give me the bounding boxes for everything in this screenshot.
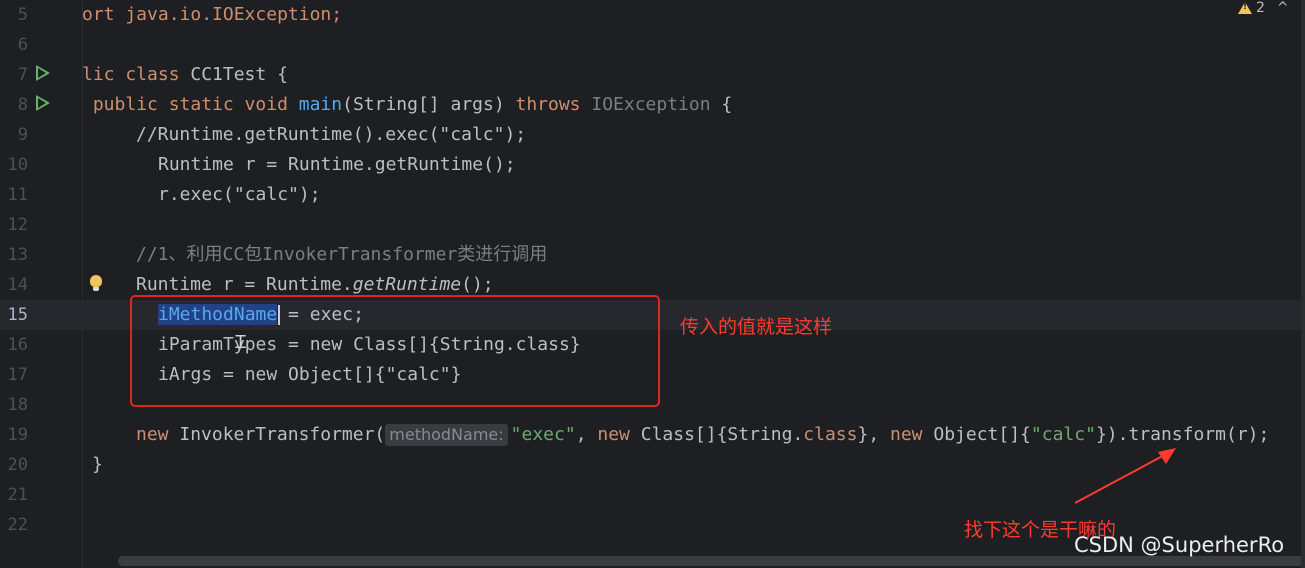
chevron-up-icon[interactable]: ^ [1277, 0, 1289, 16]
warning-icon [1238, 2, 1252, 14]
vertical-scrollbar[interactable] [1301, 0, 1305, 568]
watermark: CSDN @SuperherRo [1074, 533, 1285, 557]
horizontal-scrollbar[interactable] [118, 556, 1305, 566]
warning-count: 2 [1256, 0, 1265, 16]
warnings-indicator[interactable]: 2 ^ [1238, 0, 1289, 16]
arrow-icon [1074, 448, 1176, 504]
